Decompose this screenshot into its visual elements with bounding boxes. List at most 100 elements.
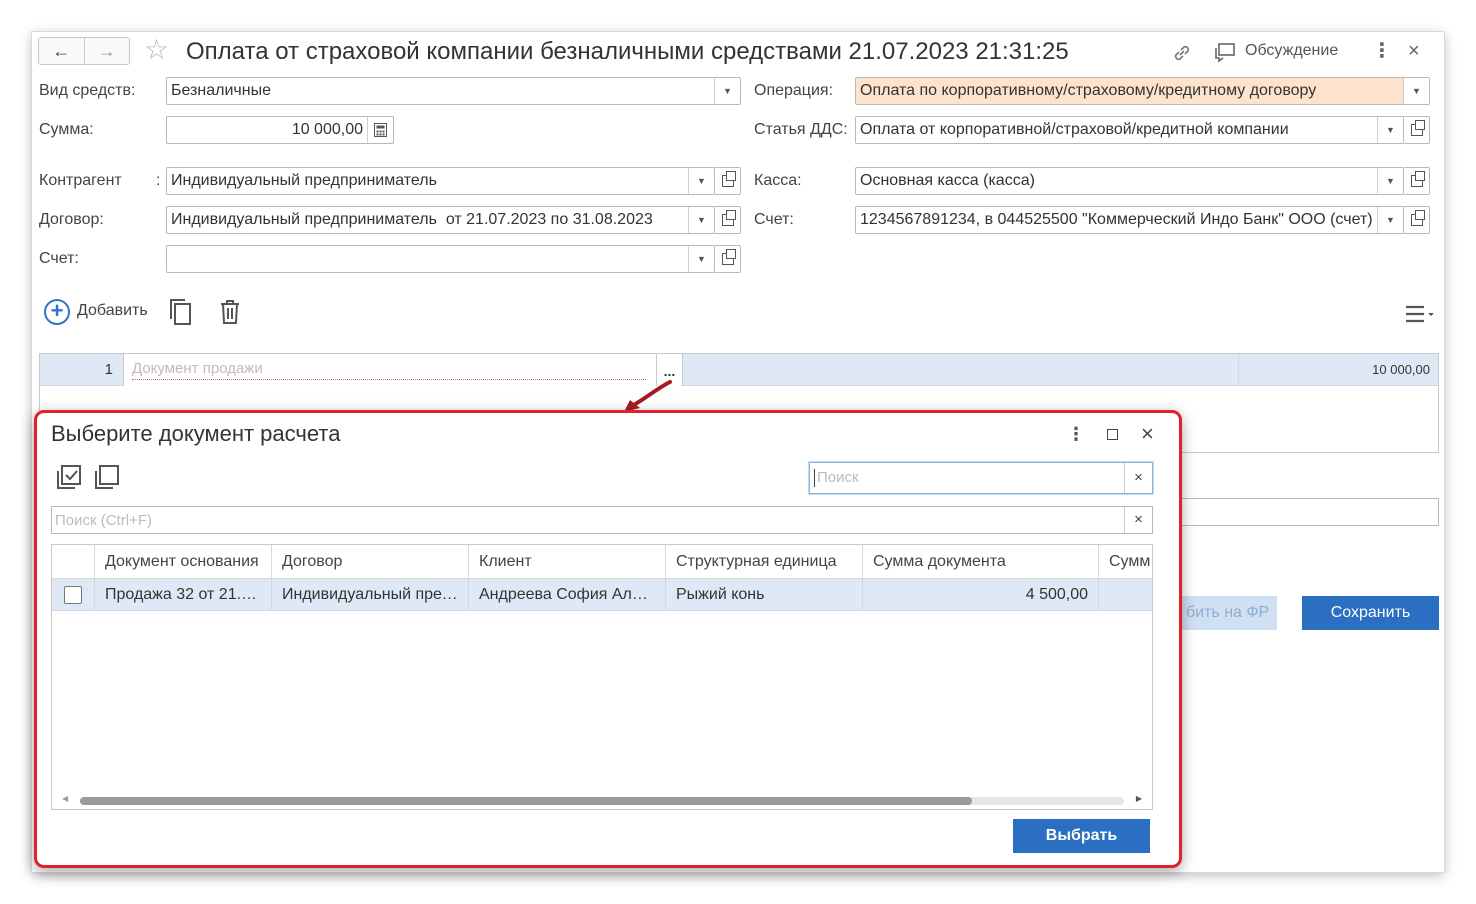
schet-left-select[interactable]: ▼ (166, 245, 715, 273)
maximize-icon[interactable] (1107, 429, 1118, 440)
table-row[interactable]: 1 Документ продажи ... 10 000,00 (40, 354, 1438, 386)
kontragent-label: Контрагент (39, 172, 122, 189)
chevron-down-icon[interactable]: ▼ (714, 78, 740, 104)
schet-right-select[interactable]: 1234567891234, в 044525500 "Коммерческий… (855, 206, 1404, 234)
table-row[interactable]: Продажа 32 от 21.07.2023 Индивидуальный … (52, 579, 1152, 611)
copy-icon[interactable] (168, 297, 194, 327)
open-form-icon (721, 210, 736, 226)
col-doc-osnovaniya[interactable]: Документ основания (94, 545, 271, 579)
open-form-icon (1410, 120, 1425, 136)
documents-grid: Документ основания Договор Клиент Структ… (51, 544, 1153, 810)
kontragent-value: Индивидуальный предприниматель (171, 172, 437, 189)
schet-right-label: Счет: (754, 211, 794, 228)
dogovor-select[interactable]: Индивидуальный предприниматель от 21.07.… (166, 206, 715, 234)
kassa-select[interactable]: Основная касса (касса) ▼ (855, 167, 1404, 195)
uncheck-all-icon[interactable] (93, 463, 121, 491)
cell-unit: Рыжий конь (665, 579, 862, 611)
clear-quick-search-icon[interactable]: × (1124, 507, 1152, 533)
kassa-open-button[interactable] (1404, 167, 1430, 195)
split-fr-button[interactable]: бить на ФР (1172, 596, 1277, 630)
chevron-down-icon[interactable]: ▼ (1403, 78, 1429, 104)
row-checkbox[interactable] (64, 586, 82, 604)
kontragent-select[interactable]: Индивидуальный предприниматель ▼ (166, 167, 715, 195)
operacia-select[interactable]: Оплата по корпоративному/страховому/кред… (855, 77, 1430, 105)
kassa-value: Основная касса (касса) (860, 172, 1035, 189)
col-klient[interactable]: Клиент (468, 545, 665, 579)
header-checkbox-col (52, 545, 94, 579)
discussion-icon[interactable] (1214, 41, 1238, 63)
statya-value: Оплата от корпоративной/страховой/кредит… (860, 121, 1289, 138)
doc-sale-input[interactable]: Документ продажи (123, 354, 656, 386)
cell-sum: 4 500,00 (862, 579, 1098, 611)
clear-search-icon[interactable]: × (1124, 463, 1152, 493)
scroll-left-icon[interactable]: ◀ (62, 794, 68, 803)
vid-value: Безналичные (171, 82, 271, 99)
statya-open-button[interactable] (1404, 116, 1430, 144)
grid-header: Документ основания Договор Клиент Структ… (52, 545, 1152, 579)
page-title: Оплата от страховой компании безналичным… (186, 38, 1069, 65)
calculator-icon[interactable] (367, 117, 393, 143)
summa-input[interactable]: 10 000,00 (166, 116, 394, 144)
cell-sum-cut (1098, 579, 1152, 611)
statya-label: Статья ДДС: (754, 121, 848, 138)
select-button[interactable]: Выбрать (1013, 819, 1150, 853)
operacia-value: Оплата по корпоративному/страховому/кред… (860, 82, 1317, 99)
doc-sale-placeholder: Документ продажи (132, 360, 263, 377)
vid-select[interactable]: Безналичные ▼ (166, 77, 741, 105)
col-dogovor[interactable]: Договор (271, 545, 468, 579)
link-icon[interactable] (1170, 41, 1194, 65)
select-document-dialog: Выберите документ расчета ⋮ × Поиск × По… (34, 410, 1182, 868)
add-plus-icon[interactable]: + (44, 299, 70, 325)
schet-right-open-button[interactable] (1404, 206, 1430, 234)
chevron-down-icon[interactable]: ▼ (688, 246, 714, 272)
kassa-label: Касса: (754, 172, 802, 189)
dogovor-open-button[interactable] (715, 206, 741, 234)
chevron-down-icon[interactable]: ▼ (688, 207, 714, 233)
summa-label: Сумма: (39, 121, 94, 138)
menu-hamburger-icon[interactable] (1404, 304, 1438, 324)
chevron-down-icon[interactable]: ▼ (1377, 207, 1403, 233)
operacia-label: Операция: (754, 82, 834, 99)
cell-doc: Продажа 32 от 21.07.2023 (94, 579, 271, 611)
more-vertical-icon[interactable]: ⋮ (1372, 39, 1392, 63)
summa-value: 10 000,00 (291, 121, 363, 138)
close-icon[interactable]: × (1141, 421, 1154, 447)
column-divider (1238, 354, 1239, 386)
row-sum: 10 000,00 (1372, 362, 1430, 377)
col-sum-doc[interactable]: Сумма документа (862, 545, 1098, 579)
check-all-icon[interactable] (55, 463, 83, 491)
scroll-thumb[interactable] (80, 797, 972, 805)
cell-client: Андреева София Алексеевна (468, 579, 665, 611)
close-icon[interactable]: × (1408, 39, 1420, 63)
more-vertical-icon[interactable]: ⋮ (1067, 423, 1085, 445)
scroll-right-icon[interactable]: ▶ (1136, 794, 1142, 803)
favorite-star-icon[interactable]: ☆ (144, 35, 169, 65)
discussion-link[interactable]: Обсуждение (1245, 42, 1338, 60)
dogovor-value: Индивидуальный предприниматель от 21.07.… (171, 211, 653, 228)
vid-label: Вид средств: (39, 82, 136, 99)
schet-right-value: 1234567891234, в 044525500 "Коммерческий… (860, 211, 1373, 228)
chevron-down-icon[interactable]: ▼ (688, 168, 714, 194)
required-underline (132, 379, 646, 380)
statya-select[interactable]: Оплата от корпоративной/страховой/кредит… (855, 116, 1404, 144)
horizontal-scrollbar[interactable]: ◀ ▶ (60, 794, 1144, 805)
open-form-icon (1410, 171, 1425, 187)
open-form-icon (721, 171, 736, 187)
schet-left-open-button[interactable] (715, 245, 741, 273)
col-sum-cut[interactable]: Сумм (1098, 545, 1152, 579)
save-button[interactable]: Сохранить (1302, 596, 1439, 630)
search-input[interactable]: Поиск × (809, 462, 1153, 494)
forward-arrow-icon[interactable]: → (83, 38, 130, 64)
search-placeholder: Поиск (814, 469, 1124, 487)
delete-icon[interactable] (218, 298, 242, 326)
chevron-down-icon[interactable]: ▼ (1377, 117, 1403, 143)
quick-search-input[interactable]: Поиск (Ctrl+F) × (51, 506, 1153, 534)
back-arrow-icon[interactable]: ← (39, 38, 84, 64)
row-checkbox-cell (52, 579, 94, 611)
kontragent-open-button[interactable] (715, 167, 741, 195)
cell-contract: Индивидуальный предприниматель (271, 579, 468, 611)
col-struct-unit[interactable]: Структурная единица (665, 545, 862, 579)
add-button[interactable]: Добавить (77, 302, 148, 320)
chevron-down-icon[interactable]: ▼ (1377, 168, 1403, 194)
background-field (1157, 498, 1439, 526)
